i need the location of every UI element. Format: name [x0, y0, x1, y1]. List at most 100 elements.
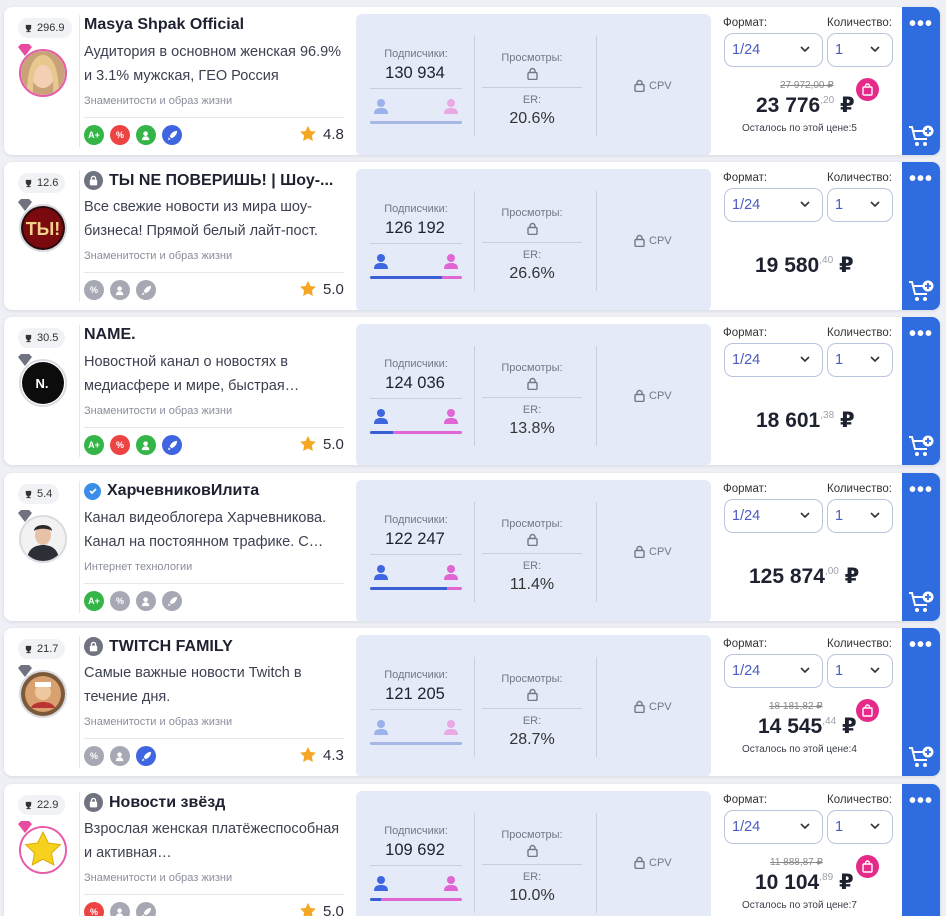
quantity-select[interactable]: 1	[827, 654, 893, 688]
channel-card[interactable]: 22.9 Новости звёзд Взрослая женская плат…	[4, 784, 940, 916]
cpv: CPV	[634, 79, 672, 92]
rocket-icon	[162, 435, 182, 455]
format-label: Формат:	[723, 794, 768, 806]
more-button[interactable]: •••	[902, 169, 940, 189]
subscribers-label: Подписчики:	[384, 825, 448, 837]
channel-card[interactable]: 21.7 TWITCH FAMILY Самые важные новости …	[4, 628, 940, 776]
male-icon	[374, 565, 388, 580]
divider	[596, 346, 597, 446]
views-label: Просмотры:	[501, 207, 563, 219]
lock-icon	[634, 79, 645, 92]
channel-name[interactable]: Masya Shpak Official	[84, 16, 244, 34]
quantity-select[interactable]: 1	[827, 188, 893, 222]
avatar[interactable]	[19, 515, 67, 563]
channel-name[interactable]: ТЫ NE ПОВЕРИШЬ! | Шоу-...	[84, 171, 333, 190]
more-button[interactable]: •••	[902, 14, 940, 34]
quantity-select[interactable]: 1	[827, 33, 893, 67]
quantity-select[interactable]: 1	[827, 499, 893, 533]
female-icon	[444, 720, 458, 735]
add-to-cart-icon[interactable]	[908, 744, 934, 770]
lock-icon	[527, 844, 538, 857]
subscribers-label: Подписчики:	[384, 669, 448, 681]
divider	[474, 191, 475, 291]
gender-split	[370, 564, 462, 586]
add-to-cart-icon[interactable]	[908, 278, 934, 304]
format-label: Формат:	[723, 483, 768, 495]
more-button[interactable]: •••	[902, 791, 940, 811]
channel-name[interactable]: NAME.	[84, 326, 136, 344]
trophy-icon	[25, 24, 32, 32]
female-icon	[444, 409, 458, 424]
channel-card[interactable]: 30.5 N. NAME. Новостной канал о новостях…	[4, 317, 940, 465]
chevron-down-icon	[800, 667, 810, 674]
pulse-user-icon	[110, 280, 130, 300]
quantity-label: Количество:	[827, 638, 892, 650]
star-icon	[300, 435, 316, 452]
divider	[482, 87, 582, 88]
add-to-cart-icon[interactable]	[908, 433, 934, 459]
avatar[interactable]	[19, 826, 67, 874]
format-select[interactable]: 1/24	[724, 33, 823, 67]
more-button[interactable]: •••	[902, 324, 940, 344]
rocket-icon	[162, 125, 182, 145]
avatar[interactable]	[19, 670, 67, 718]
chevron-down-icon	[800, 201, 810, 208]
quantity-select[interactable]: 1	[827, 810, 893, 844]
divider	[370, 709, 462, 710]
channel-name[interactable]: TWITCH FAMILY	[84, 637, 233, 656]
divider	[79, 792, 80, 916]
tags: %	[84, 746, 156, 766]
subscribers-label: Подписчики:	[384, 48, 448, 60]
verified-icon	[84, 482, 101, 500]
format-select[interactable]: 1/24	[724, 654, 823, 688]
er-value: 20.6%	[509, 110, 555, 127]
channel-name[interactable]: Новости звёзд	[84, 793, 225, 812]
channel-description: Канал видеоблогера Харчевникова. Канал н…	[84, 510, 327, 550]
subscribers-value: 121 205	[385, 685, 445, 703]
divider	[482, 864, 582, 865]
avatar[interactable]: N.	[19, 359, 67, 407]
rating: 4.8	[299, 125, 344, 143]
old-price: 18 181,82 ₽	[769, 701, 823, 712]
lock-icon	[527, 222, 538, 235]
format-select[interactable]: 1/24	[724, 343, 823, 377]
channel-category: Знаменитости и образ жизни	[84, 250, 233, 262]
format-select[interactable]: 1/24	[724, 810, 823, 844]
subscribers-label: Подписчики:	[384, 358, 448, 370]
price: 23 776,20 ₽	[756, 94, 855, 117]
more-button[interactable]: •••	[902, 635, 940, 655]
add-to-cart-icon[interactable]	[908, 589, 934, 615]
channel-card[interactable]: 5.4 ХарчевниковИлита Канал видеоблогера …	[4, 473, 940, 621]
female-icon	[444, 876, 458, 891]
stats-panel: Подписчики: 109 692 Просмотры: ER: 10.0%…	[356, 791, 711, 916]
percent-icon: %	[84, 902, 104, 916]
more-button[interactable]: •••	[902, 480, 940, 500]
lock-icon	[527, 67, 538, 80]
trophy-icon	[25, 801, 32, 809]
trophy-icon	[25, 645, 32, 653]
add-to-cart-icon[interactable]	[908, 123, 934, 149]
price: 14 545,44 ₽	[758, 715, 857, 738]
avatar[interactable]	[19, 49, 67, 97]
channel-category: Знаменитости и образ жизни	[84, 872, 233, 884]
views-label: Просмотры:	[501, 673, 563, 685]
rank-badge: 22.9	[18, 795, 66, 815]
channel-name[interactable]: ХарчевниковИлита	[84, 482, 259, 500]
channel-description: Самые важные новости Twitch в течение дн…	[84, 665, 302, 705]
format-select[interactable]: 1/24	[724, 499, 823, 533]
divider	[596, 657, 597, 757]
tags: A+ %	[84, 591, 182, 611]
discount-bag-icon	[856, 699, 879, 722]
discount-bag-icon	[856, 855, 879, 878]
channel-card[interactable]: 12.6 ТЫ! ТЫ NE ПОВЕРИШЬ! | Шоу-... Все с…	[4, 162, 940, 310]
avatar[interactable]: ТЫ!	[19, 204, 67, 252]
format-select[interactable]: 1/24	[724, 188, 823, 222]
rocket-icon	[136, 280, 156, 300]
er-value: 28.7%	[509, 731, 555, 748]
channel-card[interactable]: 296.9 Masya Shpak Official Аудитория в о…	[4, 7, 940, 155]
pulse-user-icon	[136, 435, 156, 455]
quantity-select[interactable]: 1	[827, 343, 893, 377]
rank-value: 22.9	[37, 799, 59, 811]
divider	[79, 636, 80, 768]
price: 19 580,40 ₽	[755, 254, 854, 277]
